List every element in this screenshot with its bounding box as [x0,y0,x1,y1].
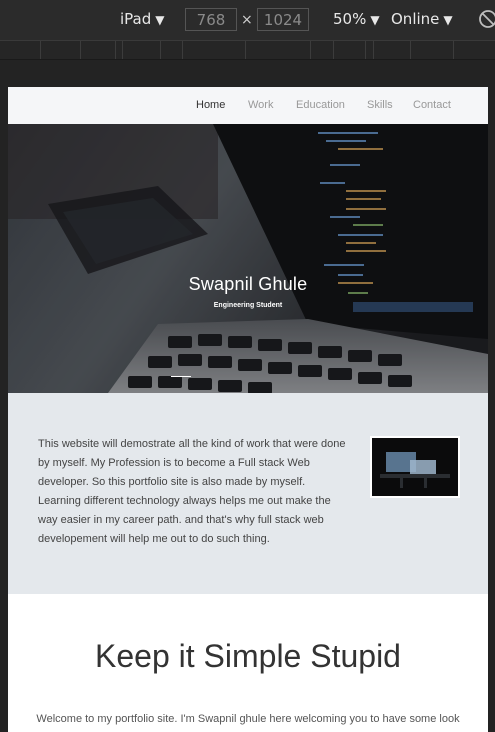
chevron-down-icon: ▼ [370,13,380,27]
ruler-tick [410,41,411,59]
workspace-photo [372,438,458,496]
ruler-tick [80,41,81,59]
ruler-tick [365,41,366,59]
throttle-label: Online [391,10,440,28]
rotate-icon[interactable] [477,8,495,30]
ruler-tick [122,41,123,59]
hero-banner: Swapnil Ghule Engineering Student [8,124,488,393]
nav-home-link[interactable]: Home [196,99,225,111]
welcome-text: Welcome to my portfolio site. I'm Swapni… [36,713,460,725]
throttle-select[interactable]: Online ▼ [391,10,453,28]
about-section: This website will demostrate all the kin… [8,393,488,594]
ruler-tick [245,41,246,59]
ruler-tick [453,41,454,59]
site-navbar: Home Work Education Skills Contact [8,87,488,124]
hero-subtitle: Engineering Student [213,302,283,309]
nav-contact-link[interactable]: Contact [413,99,451,111]
ruler-tick [40,41,41,59]
chevron-down-icon: ▼ [443,13,453,27]
height-input[interactable]: 1024 [257,8,309,31]
chevron-down-icon: ▼ [155,13,165,27]
kiss-section: Keep it Simple Stupid Welcome to my port… [8,594,488,732]
ruler-tick [115,41,116,59]
workspace-image [370,436,460,498]
ruler-tick [160,41,161,59]
device-toolbar: iPad ▼ 768 × 1024 50% ▼ Online ▼ [0,0,495,40]
width-input[interactable]: 768 [185,8,237,31]
ruler-tick [310,41,311,59]
dimension-separator: × [241,12,253,28]
ruler-tick [373,41,374,59]
zoom-label: 50% [333,10,367,28]
media-query-bar [0,40,495,60]
hero-title: Swapnil Ghule [188,274,308,294]
about-paragraph: This website will demostrate all the kin… [38,438,346,545]
ruler-tick [182,41,183,59]
section-title: Keep it Simple Stupid [95,638,401,674]
device-viewport: Home Work Education Skills Contact Swapn… [8,87,488,732]
nav-skills-link[interactable]: Skills [367,99,393,111]
device-label: iPad [120,10,152,28]
ruler-tick [333,41,334,59]
laptop-photo [8,124,488,393]
hero-divider [171,376,191,377]
device-select[interactable]: iPad ▼ [120,10,165,28]
nav-education-link[interactable]: Education [296,99,345,111]
zoom-select[interactable]: 50% ▼ [333,10,380,28]
nav-work-link[interactable]: Work [248,99,273,111]
